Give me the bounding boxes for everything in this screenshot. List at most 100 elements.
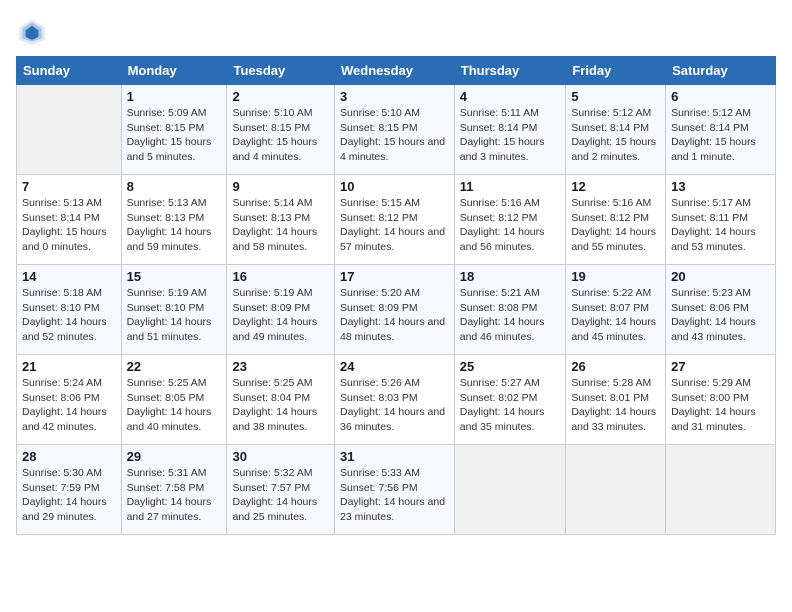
calendar-cell: 30 Sunrise: 5:32 AMSunset: 7:57 PMDayligh…	[227, 445, 335, 535]
calendar-cell: 27 Sunrise: 5:29 AMSunset: 8:00 PMDayligh…	[666, 355, 776, 445]
day-info: Sunrise: 5:22 AMSunset: 8:07 PMDaylight:…	[571, 286, 660, 345]
week-row-1: 1 Sunrise: 5:09 AMSunset: 8:15 PMDaylight…	[17, 85, 776, 175]
day-info: Sunrise: 5:16 AMSunset: 8:12 PMDaylight:…	[460, 196, 561, 255]
week-row-5: 28Sunrise: 5:30 AMSunset: 7:59 PMDayligh…	[17, 445, 776, 535]
day-info: Sunrise: 5:10 AMSunset: 8:15 PMDaylight:…	[232, 106, 329, 165]
weekday-header-thursday: Thursday	[454, 57, 566, 85]
day-info: Sunrise: 5:09 AMSunset: 8:15 PMDaylight:…	[127, 106, 222, 165]
week-row-2: 7 Sunrise: 5:13 AMSunset: 8:14 PMDaylight…	[17, 175, 776, 265]
day-number: 11	[460, 179, 561, 194]
weekday-header-monday: Monday	[121, 57, 227, 85]
day-number: 30	[232, 449, 329, 464]
week-row-3: 14 Sunrise: 5:18 AMSunset: 8:10 PMDayligh…	[17, 265, 776, 355]
day-info: Sunrise: 5:29 AMSunset: 8:00 PMDaylight:…	[671, 376, 770, 435]
day-number: 26	[571, 359, 660, 374]
day-number: 1	[127, 89, 222, 104]
day-info: Sunrise: 5:19 AMSunset: 8:10 PMDaylight:…	[127, 286, 222, 345]
calendar-cell: 5Sunrise: 5:12 AMSunset: 8:14 PMDaylight…	[566, 85, 666, 175]
day-info: Sunrise: 5:27 AMSunset: 8:02 PMDaylight:…	[460, 376, 561, 435]
day-info: Sunrise: 5:20 AMSunset: 8:09 PMDaylight:…	[340, 286, 449, 345]
day-number: 15	[127, 269, 222, 284]
weekday-header-wednesday: Wednesday	[334, 57, 454, 85]
day-number: 23	[232, 359, 329, 374]
day-number: 20	[671, 269, 770, 284]
weekday-header-row: SundayMondayTuesdayWednesdayThursdayFrid…	[17, 57, 776, 85]
day-info: Sunrise: 5:25 AMSunset: 8:04 PMDaylight:…	[232, 376, 329, 435]
calendar-cell: 12 Sunrise: 5:16 AMSunset: 8:12 PMDayligh…	[566, 175, 666, 265]
calendar-cell: 4Sunrise: 5:11 AMSunset: 8:14 PMDaylight…	[454, 85, 566, 175]
day-info: Sunrise: 5:13 AMSunset: 8:13 PMDaylight:…	[127, 196, 222, 255]
calendar-cell: 23 Sunrise: 5:25 AMSunset: 8:04 PMDayligh…	[227, 355, 335, 445]
day-number: 27	[671, 359, 770, 374]
day-info: Sunrise: 5:21 AMSunset: 8:08 PMDaylight:…	[460, 286, 561, 345]
calendar-cell: 8Sunrise: 5:13 AMSunset: 8:13 PMDaylight…	[121, 175, 227, 265]
weekday-header-saturday: Saturday	[666, 57, 776, 85]
day-info: Sunrise: 5:24 AMSunset: 8:06 PMDaylight:…	[22, 376, 116, 435]
calendar-cell	[17, 85, 122, 175]
week-row-4: 21Sunrise: 5:24 AMSunset: 8:06 PMDayligh…	[17, 355, 776, 445]
day-number: 2	[232, 89, 329, 104]
day-number: 31	[340, 449, 449, 464]
logo	[16, 16, 52, 48]
day-number: 24	[340, 359, 449, 374]
weekday-header-friday: Friday	[566, 57, 666, 85]
calendar-cell: 16Sunrise: 5:19 AMSunset: 8:09 PMDayligh…	[227, 265, 335, 355]
calendar-cell: 10 Sunrise: 5:15 AMSunset: 8:12 PMDayligh…	[334, 175, 454, 265]
day-info: Sunrise: 5:32 AMSunset: 7:57 PMDaylight:…	[232, 466, 329, 525]
day-number: 14	[22, 269, 116, 284]
calendar-cell: 11 Sunrise: 5:16 AMSunset: 8:12 PMDayligh…	[454, 175, 566, 265]
day-number: 10	[340, 179, 449, 194]
day-info: Sunrise: 5:28 AMSunset: 8:01 PMDaylight:…	[571, 376, 660, 435]
calendar-cell: 9 Sunrise: 5:14 AMSunset: 8:13 PMDaylight…	[227, 175, 335, 265]
calendar-cell: 31 Sunrise: 5:33 AMSunset: 7:56 PMDayligh…	[334, 445, 454, 535]
calendar-cell: 7 Sunrise: 5:13 AMSunset: 8:14 PMDaylight…	[17, 175, 122, 265]
day-info: Sunrise: 5:33 AMSunset: 7:56 PMDaylight:…	[340, 466, 449, 525]
weekday-header-sunday: Sunday	[17, 57, 122, 85]
day-info: Sunrise: 5:15 AMSunset: 8:12 PMDaylight:…	[340, 196, 449, 255]
day-number: 6	[671, 89, 770, 104]
calendar-cell: 19 Sunrise: 5:22 AMSunset: 8:07 PMDayligh…	[566, 265, 666, 355]
day-info: Sunrise: 5:19 AMSunset: 8:09 PMDaylight:…	[232, 286, 329, 345]
day-info: Sunrise: 5:16 AMSunset: 8:12 PMDaylight:…	[571, 196, 660, 255]
calendar-cell: 24 Sunrise: 5:26 AMSunset: 8:03 PMDayligh…	[334, 355, 454, 445]
day-number: 25	[460, 359, 561, 374]
calendar-cell: 29 Sunrise: 5:31 AMSunset: 7:58 PMDayligh…	[121, 445, 227, 535]
day-info: Sunrise: 5:30 AMSunset: 7:59 PMDaylight:…	[22, 466, 116, 525]
day-number: 3	[340, 89, 449, 104]
calendar-cell: 25 Sunrise: 5:27 AMSunset: 8:02 PMDayligh…	[454, 355, 566, 445]
day-info: Sunrise: 5:14 AMSunset: 8:13 PMDaylight:…	[232, 196, 329, 255]
calendar-cell: 28Sunrise: 5:30 AMSunset: 7:59 PMDayligh…	[17, 445, 122, 535]
day-number: 7	[22, 179, 116, 194]
calendar-cell: 21Sunrise: 5:24 AMSunset: 8:06 PMDayligh…	[17, 355, 122, 445]
day-number: 13	[671, 179, 770, 194]
day-info: Sunrise: 5:13 AMSunset: 8:14 PMDaylight:…	[22, 196, 116, 255]
calendar-cell: 15 Sunrise: 5:19 AMSunset: 8:10 PMDayligh…	[121, 265, 227, 355]
calendar-cell	[454, 445, 566, 535]
day-info: Sunrise: 5:10 AMSunset: 8:15 PMDaylight:…	[340, 106, 449, 165]
day-info: Sunrise: 5:25 AMSunset: 8:05 PMDaylight:…	[127, 376, 222, 435]
calendar-cell: 13 Sunrise: 5:17 AMSunset: 8:11 PMDayligh…	[666, 175, 776, 265]
calendar-cell	[666, 445, 776, 535]
calendar-table: SundayMondayTuesdayWednesdayThursdayFrid…	[16, 56, 776, 535]
calendar-cell: 17Sunrise: 5:20 AMSunset: 8:09 PMDayligh…	[334, 265, 454, 355]
day-info: Sunrise: 5:12 AMSunset: 8:14 PMDaylight:…	[671, 106, 770, 165]
day-number: 22	[127, 359, 222, 374]
calendar-cell: 14 Sunrise: 5:18 AMSunset: 8:10 PMDayligh…	[17, 265, 122, 355]
calendar-cell	[566, 445, 666, 535]
day-info: Sunrise: 5:31 AMSunset: 7:58 PMDaylight:…	[127, 466, 222, 525]
day-info: Sunrise: 5:12 AMSunset: 8:14 PMDaylight:…	[571, 106, 660, 165]
weekday-header-tuesday: Tuesday	[227, 57, 335, 85]
day-number: 18	[460, 269, 561, 284]
calendar-cell: 22 Sunrise: 5:25 AMSunset: 8:05 PMDayligh…	[121, 355, 227, 445]
day-number: 9	[232, 179, 329, 194]
day-info: Sunrise: 5:18 AMSunset: 8:10 PMDaylight:…	[22, 286, 116, 345]
day-number: 29	[127, 449, 222, 464]
day-info: Sunrise: 5:26 AMSunset: 8:03 PMDaylight:…	[340, 376, 449, 435]
day-number: 12	[571, 179, 660, 194]
calendar-cell: 1 Sunrise: 5:09 AMSunset: 8:15 PMDaylight…	[121, 85, 227, 175]
day-info: Sunrise: 5:23 AMSunset: 8:06 PMDaylight:…	[671, 286, 770, 345]
page-header	[16, 16, 776, 48]
day-info: Sunrise: 5:17 AMSunset: 8:11 PMDaylight:…	[671, 196, 770, 255]
day-number: 19	[571, 269, 660, 284]
calendar-cell: 6 Sunrise: 5:12 AMSunset: 8:14 PMDaylight…	[666, 85, 776, 175]
